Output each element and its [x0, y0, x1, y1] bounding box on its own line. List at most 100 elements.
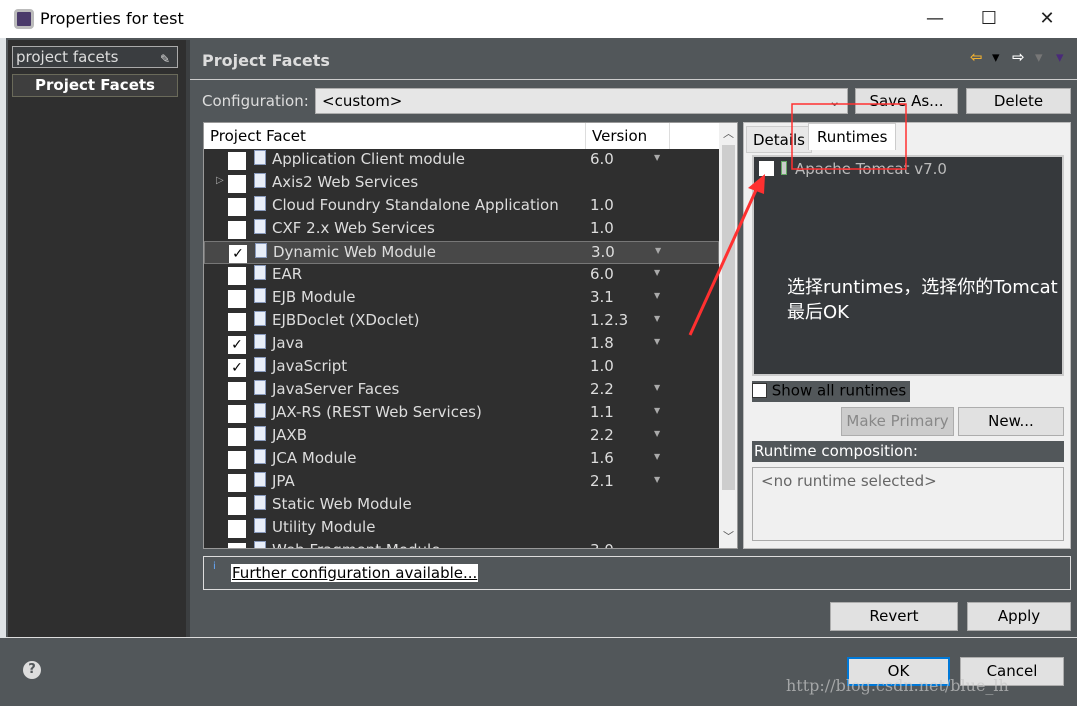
table-row[interactable]: Application Client module 6.0 ▼ [204, 149, 719, 172]
facet-checkbox[interactable] [228, 474, 246, 492]
version-dropdown-icon[interactable]: ▼ [654, 268, 660, 277]
facet-checkbox[interactable] [228, 152, 246, 170]
maximize-button[interactable]: ☐ [974, 6, 1004, 32]
facet-version[interactable]: 2.2 [590, 426, 614, 444]
column-header-facet[interactable]: Project Facet [210, 127, 306, 145]
delete-button[interactable]: Delete [966, 88, 1071, 114]
facet-checkbox[interactable] [228, 543, 246, 548]
facet-version[interactable]: 3.1 [590, 288, 614, 306]
facet-checkbox[interactable] [228, 313, 246, 331]
runtime-name[interactable]: Apache Tomcat v7.0 [795, 160, 947, 178]
facet-checkbox[interactable]: ✓ [228, 336, 246, 354]
facet-checkbox[interactable] [228, 520, 246, 538]
facet-icon [254, 426, 266, 441]
table-row[interactable]: ✓ Dynamic Web Module 3.0 ▼ [204, 241, 719, 264]
sidebar [8, 40, 186, 637]
facet-name: Cloud Foundry Standalone Application [272, 196, 559, 214]
show-all-runtimes-checkbox[interactable]: Show all runtimes [752, 381, 911, 402]
runtime-checkbox[interactable] [759, 161, 774, 176]
scrollbar[interactable]: ︿ ﹀ [719, 123, 737, 548]
table-row[interactable]: EJBDoclet (XDoclet) 1.2.3 ▼ [204, 310, 719, 333]
back-arrow-icon[interactable]: ⇦ [970, 48, 983, 66]
facet-icon [254, 518, 266, 533]
facet-version[interactable]: 2.2 [590, 380, 614, 398]
table-row[interactable]: ✓ Java 1.8 ▼ [204, 333, 719, 356]
table-row[interactable]: JAXB 2.2 ▼ [204, 425, 719, 448]
facet-version[interactable]: 1.1 [590, 403, 614, 421]
version-dropdown-icon[interactable]: ▼ [654, 314, 660, 323]
facet-checkbox[interactable] [228, 267, 246, 285]
facet-version[interactable]: 1.8 [590, 334, 614, 352]
version-dropdown-icon[interactable]: ▼ [654, 337, 660, 346]
back-dropdown-icon[interactable]: ▾ [992, 48, 1000, 66]
table-row[interactable]: CXF 2.x Web Services 1.0 [204, 218, 719, 241]
facet-version[interactable]: 6.0 [590, 150, 614, 168]
column-header-version[interactable]: Version [585, 123, 670, 149]
facet-checkbox[interactable] [228, 198, 246, 216]
forward-arrow-icon[interactable]: ⇨ [1012, 48, 1025, 66]
minimize-button[interactable]: — [920, 6, 950, 32]
table-row[interactable]: Static Web Module [204, 494, 719, 517]
table-row[interactable]: ✓ JavaScript 1.0 [204, 356, 719, 379]
facet-name: JCA Module [272, 449, 357, 467]
facet-checkbox[interactable] [228, 290, 246, 308]
version-dropdown-icon[interactable]: ▼ [654, 153, 660, 162]
close-button[interactable]: ✕ [1032, 6, 1062, 32]
facet-checkbox[interactable] [228, 497, 246, 515]
version-dropdown-icon[interactable]: ▼ [654, 475, 660, 484]
new-runtime-button[interactable]: New... [958, 407, 1064, 436]
table-row[interactable]: JPA 2.1 ▼ [204, 471, 719, 494]
expand-icon[interactable]: ▷ [216, 175, 224, 186]
clear-filter-icon[interactable]: ✎ [160, 49, 174, 66]
help-icon[interactable]: ? [23, 661, 41, 679]
scroll-thumb[interactable] [722, 145, 735, 490]
table-row[interactable]: EAR 6.0 ▼ [204, 264, 719, 287]
facet-version[interactable]: 1.6 [590, 449, 614, 467]
annotation-line: 选择runtimes，选择你的Tomcat [787, 277, 1058, 298]
facet-version[interactable]: 6.0 [590, 265, 614, 283]
version-dropdown-icon[interactable]: ▼ [654, 383, 660, 392]
further-config-link[interactable]: Further configuration available... [231, 564, 479, 582]
version-dropdown-icon[interactable]: ▼ [654, 452, 660, 461]
table-row[interactable]: JCA Module 1.6 ▼ [204, 448, 719, 471]
splitter[interactable] [186, 40, 190, 637]
facet-checkbox[interactable]: ✓ [228, 359, 246, 377]
version-dropdown-icon[interactable]: ▼ [654, 406, 660, 415]
table-row[interactable]: Web Fragment Module 3.0 [204, 540, 719, 548]
make-primary-button[interactable]: Make Primary [841, 407, 954, 436]
table-row[interactable]: Cloud Foundry Standalone Application 1.0 [204, 195, 719, 218]
scroll-down-icon[interactable]: ﹀ [723, 528, 734, 544]
facet-icon [254, 334, 266, 349]
facet-version[interactable]: 3.0 [591, 243, 615, 261]
tab-details[interactable]: Details [746, 126, 813, 153]
facet-name: Utility Module [272, 518, 376, 536]
facet-checkbox[interactable] [228, 428, 246, 446]
revert-button[interactable]: Revert [830, 602, 958, 631]
facet-checkbox[interactable] [228, 405, 246, 423]
filter-input[interactable]: project facets ✎ [12, 46, 178, 68]
table-row[interactable]: Utility Module [204, 517, 719, 540]
view-menu-icon[interactable]: ▾ [1056, 48, 1064, 66]
page-title: Project Facets [202, 51, 330, 70]
configuration-select[interactable]: <custom> ⌄ [315, 88, 848, 114]
table-row[interactable]: JAX-RS (REST Web Services) 1.1 ▼ [204, 402, 719, 425]
facet-version[interactable]: 1.2.3 [590, 311, 628, 329]
facet-version[interactable]: 2.1 [590, 472, 614, 490]
sidebar-item-project-facets[interactable]: Project Facets [12, 74, 178, 97]
facet-checkbox[interactable]: ✓ [229, 245, 247, 263]
version-dropdown-icon[interactable]: ▼ [654, 429, 660, 438]
table-row[interactable]: EJB Module 3.1 ▼ [204, 287, 719, 310]
save-as-button[interactable]: Save As... [855, 88, 958, 114]
table-row[interactable]: JavaServer Faces 2.2 ▼ [204, 379, 719, 402]
facet-checkbox[interactable] [228, 221, 246, 239]
version-dropdown-icon[interactable]: ▼ [654, 291, 660, 300]
facet-checkbox[interactable] [228, 451, 246, 469]
apply-button[interactable]: Apply [967, 602, 1071, 631]
facet-checkbox[interactable] [228, 175, 246, 193]
forward-dropdown-icon[interactable]: ▾ [1035, 48, 1043, 66]
scroll-up-icon[interactable]: ︿ [723, 125, 734, 141]
facet-checkbox[interactable] [228, 382, 246, 400]
version-dropdown-icon[interactable]: ▼ [655, 246, 661, 255]
tab-runtimes[interactable]: Runtimes [808, 123, 897, 150]
table-row[interactable]: ▷ Axis2 Web Services [204, 172, 719, 195]
